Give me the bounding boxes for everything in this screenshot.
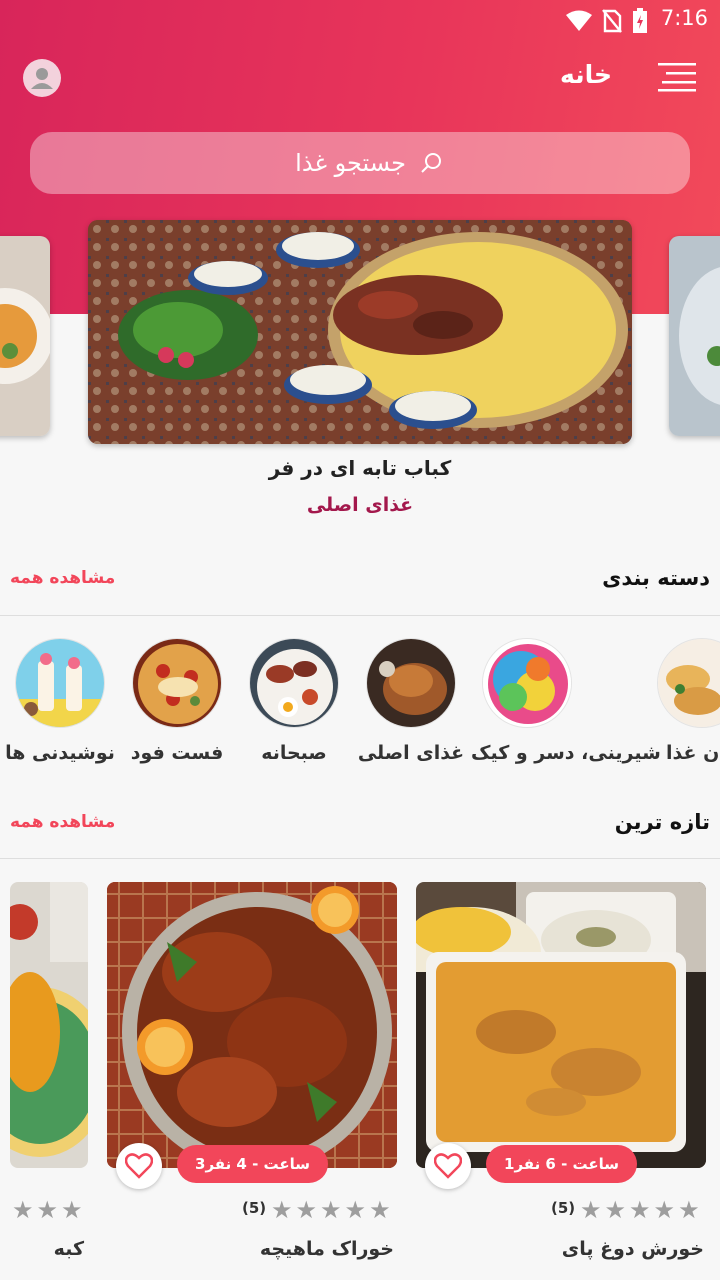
hamburger-menu-icon	[658, 63, 696, 92]
battery-icon	[633, 8, 647, 33]
heart-icon	[125, 1153, 153, 1179]
category-image	[15, 638, 105, 728]
avatar[interactable]	[23, 59, 61, 97]
wifi-icon	[566, 10, 592, 31]
star-icon: ★	[344, 1196, 367, 1224]
category-label: غذای اصلی	[357, 742, 465, 764]
star-icon: ★	[36, 1196, 59, 1224]
newest-title: تازه ترین	[614, 810, 710, 834]
newest-header: تازه ترین مشاهده همه	[0, 804, 720, 844]
rating-stars: ★ ★ ★ ★ ★	[271, 1198, 391, 1222]
featured-food-image	[88, 220, 632, 444]
recipe-title[interactable]: خورش دوغ پای	[562, 1238, 704, 1260]
carousel-slide-featured[interactable]	[88, 220, 632, 444]
category-image	[657, 638, 720, 728]
recipe-title[interactable]: خوراک ماهیچه	[260, 1238, 394, 1260]
newest-see-all-link[interactable]: مشاهده همه	[10, 812, 115, 832]
rating-stars: ★ ★ ★	[12, 1198, 83, 1222]
menu-button[interactable]	[658, 62, 696, 92]
featured-recipe-category[interactable]: غذای اصلی	[0, 494, 720, 516]
recipe-card-image[interactable]	[416, 882, 706, 1168]
search-icon	[421, 153, 441, 173]
star-icon: ★	[61, 1196, 83, 1224]
carousel-slide-previous[interactable]	[0, 236, 50, 436]
page-title: خانه	[560, 60, 612, 89]
search-input[interactable]	[276, 149, 406, 177]
no-sim-icon	[602, 9, 622, 33]
recipe-image	[10, 882, 88, 1168]
recipe-card-image[interactable]	[107, 882, 397, 1168]
star-icon: ★	[295, 1196, 318, 1224]
category-image	[249, 638, 339, 728]
category-image	[132, 638, 222, 728]
divider	[0, 858, 720, 859]
search-bar[interactable]	[30, 132, 690, 194]
food-image	[0, 236, 50, 436]
star-icon: ★	[653, 1196, 676, 1224]
category-label: فست فود	[130, 742, 224, 764]
featured-recipe-title[interactable]: کباب تابه ای در فر	[0, 456, 720, 480]
category-item[interactable]: فست فود	[121, 638, 233, 764]
rating-count: (5)	[242, 1199, 267, 1217]
star-icon: ★	[320, 1196, 342, 1224]
food-image	[669, 236, 720, 436]
category-label: صبحانه	[261, 742, 327, 764]
star-icon: ★	[271, 1196, 293, 1224]
star-icon: ★	[369, 1196, 391, 1224]
recipe-time-servings-badge: 3ساعت - 4 نفر	[177, 1145, 329, 1183]
categories-header: دسته بندی مشاهده همه	[0, 560, 720, 600]
categories-title: دسته بندی	[602, 566, 710, 590]
star-icon: ★	[678, 1196, 700, 1224]
recipe-card-image[interactable]	[10, 882, 88, 1168]
status-time: 7:16	[660, 6, 708, 30]
heart-icon	[434, 1153, 462, 1179]
recipe-title[interactable]: کبه	[54, 1238, 84, 1260]
app-header: خانه	[0, 54, 720, 102]
category-image	[366, 638, 456, 728]
favorite-button[interactable]	[116, 1143, 162, 1189]
category-item[interactable]: شیرینی، دسر و کیک	[471, 638, 661, 764]
recipe-image	[107, 882, 397, 1168]
category-item[interactable]: نوشیدنی ها	[4, 638, 116, 764]
divider	[0, 615, 720, 616]
star-icon: ★	[604, 1196, 627, 1224]
category-label: شیرینی، دسر و کیک	[471, 742, 661, 764]
carousel-slide-next[interactable]	[669, 236, 720, 436]
star-icon: ★	[629, 1196, 651, 1224]
user-icon	[31, 68, 53, 89]
recipe-time-servings-badge: 1ساعت - 6 نفر	[486, 1145, 638, 1183]
category-label: نوشیدنی ها	[5, 742, 115, 764]
favorite-button[interactable]	[425, 1143, 471, 1189]
categories-see-all-link[interactable]: مشاهده همه	[10, 568, 115, 588]
category-item[interactable]: غذای اصلی	[355, 638, 467, 764]
category-image	[482, 638, 572, 728]
category-item[interactable]: صبحانه	[238, 638, 350, 764]
rating-count: (5)	[551, 1199, 576, 1217]
rating-stars: ★ ★ ★ ★ ★	[580, 1198, 700, 1222]
recipe-image	[416, 882, 706, 1168]
star-icon: ★	[580, 1196, 602, 1224]
status-bar: 7:16	[0, 0, 720, 36]
star-icon: ★	[12, 1196, 34, 1224]
